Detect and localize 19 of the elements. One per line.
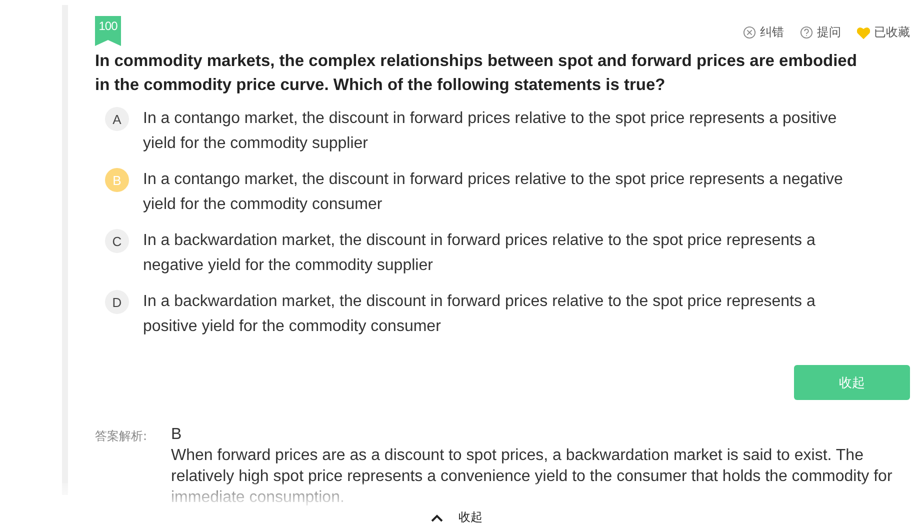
help-icon — [800, 26, 813, 39]
analysis-text: When forward prices are as a discount to spot prices, a backwardation market is said to exist. The relatively high spot price represents a convenience yield to the consumer that holds the commodity for immediate consumption. — [171, 446, 894, 508]
ask-button[interactable]: 提问 — [800, 24, 841, 41]
report-error-button[interactable]: 纠错 — [743, 24, 784, 41]
answer-letter: B — [171, 425, 183, 445]
question-text: In commodity markets, the complex relationships between spot and forward prices are embodied in the commodity price curve. Which of the following statements is true? — [95, 51, 858, 96]
option-letter[interactable]: D — [105, 290, 129, 314]
option-text: In a backwardation market, the discount in forward prices relative to the spot price represents a positive yield for the commodity consumer — [143, 292, 816, 337]
score-badge: 100 — [95, 16, 121, 46]
option-text: In a backwardation market, the discount in forward prices relative to the spot price represents a negative yield for the commodity supplier — [143, 231, 816, 276]
option-letter[interactable]: A — [105, 107, 129, 131]
close-icon — [743, 26, 756, 39]
favorite-button[interactable]: 已收藏 — [857, 24, 910, 41]
option-text: In a contango market, the discount in forward prices relative to the spot price represents a positive yield for the commodity supplier — [143, 109, 838, 154]
analysis-label: 答案解析: — [95, 428, 148, 445]
collapse-bar[interactable]: 收起 — [430, 509, 482, 526]
chevron-up-icon — [430, 514, 442, 522]
option-text: In a contango market, the discount in forward prices relative to the spot price represents a negative yield for the commodity consumer — [143, 170, 843, 215]
option-letter[interactable]: C — [105, 229, 129, 253]
